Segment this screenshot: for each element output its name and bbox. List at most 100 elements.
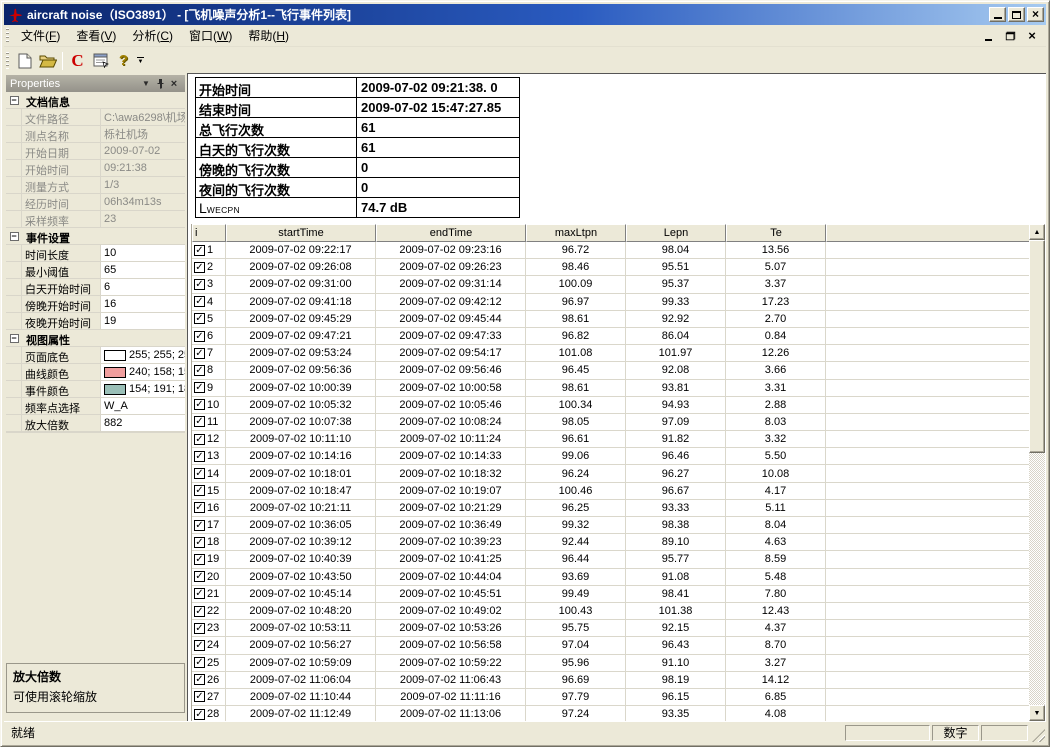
resize-grip[interactable] [1032, 729, 1045, 742]
collapse-toggle-icon[interactable]: − [10, 232, 19, 241]
mdi-close-button[interactable]: × [1024, 29, 1040, 43]
column-header-lepn[interactable]: Lepn [626, 224, 726, 242]
event-table-row[interactable]: ✓42009-07-02 09:41:182009-07-02 09:42:12… [192, 294, 1029, 311]
row-checkbox[interactable]: ✓ [194, 502, 205, 513]
property-value[interactable]: W_A [101, 398, 185, 414]
menu-item-w[interactable]: 窗口(W) [181, 24, 240, 47]
property-value[interactable]: 154; 191; 183 [101, 381, 185, 397]
menu-item-v[interactable]: 查看(V) [68, 24, 124, 47]
vertical-scrollbar[interactable]: ▲ ▼ [1029, 224, 1045, 721]
row-checkbox[interactable]: ✓ [194, 623, 205, 634]
row-checkbox[interactable]: ✓ [194, 313, 205, 324]
property-value[interactable]: 240; 158; 158 [101, 364, 185, 380]
row-checkbox[interactable]: ✓ [194, 296, 205, 307]
event-table-row[interactable]: ✓222009-07-02 10:48:202009-07-02 10:49:0… [192, 603, 1029, 620]
minimize-button[interactable] [989, 7, 1006, 22]
row-checkbox[interactable]: ✓ [194, 399, 205, 410]
row-checkbox[interactable]: ✓ [194, 520, 205, 531]
column-header-i[interactable]: i [192, 224, 226, 242]
event-table-row[interactable]: ✓92009-07-02 10:00:392009-07-02 10:00:58… [192, 380, 1029, 397]
row-checkbox[interactable]: ✓ [194, 382, 205, 393]
event-table-row[interactable]: ✓82009-07-02 09:56:362009-07-02 09:56:46… [192, 362, 1029, 379]
event-table-row[interactable]: ✓132009-07-02 10:14:162009-07-02 10:14:3… [192, 448, 1029, 465]
event-table-row[interactable]: ✓72009-07-02 09:53:242009-07-02 09:54:17… [192, 345, 1029, 362]
column-header-starttime[interactable]: startTime [226, 224, 376, 242]
row-checkbox[interactable]: ✓ [194, 640, 205, 651]
row-checkbox[interactable]: ✓ [194, 588, 205, 599]
close-button[interactable]: × [1027, 7, 1044, 22]
event-table-row[interactable]: ✓152009-07-02 10:18:472009-07-02 10:19:0… [192, 483, 1029, 500]
property-value[interactable]: 10 [101, 245, 185, 261]
event-table-row[interactable]: ✓142009-07-02 10:18:012009-07-02 10:18:3… [192, 465, 1029, 482]
row-checkbox[interactable]: ✓ [194, 245, 205, 256]
event-table-row[interactable]: ✓262009-07-02 11:06:042009-07-02 11:06:4… [192, 672, 1029, 689]
event-table-row[interactable]: ✓242009-07-02 10:56:272009-07-02 10:56:5… [192, 637, 1029, 654]
row-checkbox[interactable]: ✓ [194, 279, 205, 290]
event-table-row[interactable]: ✓12009-07-02 09:22:172009-07-02 09:23:16… [192, 242, 1029, 259]
open-file-button[interactable] [36, 50, 59, 72]
toolbar-grip[interactable] [6, 52, 9, 70]
panel-menu-button[interactable]: ▼ [139, 77, 153, 90]
event-table-row[interactable]: ✓202009-07-02 10:43:502009-07-02 10:44:0… [192, 569, 1029, 586]
property-value[interactable]: 19 [101, 313, 185, 329]
title-bar[interactable]: aircraft noise（ISO3891） - [飞机噪声分析1--飞行事件… [4, 4, 1046, 25]
event-table-row[interactable]: ✓212009-07-02 10:45:142009-07-02 10:45:5… [192, 586, 1029, 603]
scroll-down-button[interactable]: ▼ [1029, 705, 1045, 721]
panel-close-button[interactable]: × [167, 77, 181, 90]
toolbar-overflow-button[interactable]: ▼ [137, 57, 144, 65]
column-header-te[interactable]: Te [726, 224, 826, 242]
event-table-row[interactable]: ✓252009-07-02 10:59:092009-07-02 10:59:2… [192, 655, 1029, 672]
row-checkbox[interactable]: ✓ [194, 657, 205, 668]
event-table-row[interactable]: ✓172009-07-02 10:36:052009-07-02 10:36:4… [192, 517, 1029, 534]
event-table-row[interactable]: ✓272009-07-02 11:10:442009-07-02 11:11:1… [192, 689, 1029, 706]
property-value[interactable]: 65 [101, 262, 185, 278]
mdi-minimize-button[interactable] [980, 29, 996, 43]
row-checkbox[interactable]: ✓ [194, 554, 205, 565]
row-checkbox[interactable]: ✓ [194, 606, 205, 617]
row-checkbox[interactable]: ✓ [194, 537, 205, 548]
row-checkbox[interactable]: ✓ [194, 674, 205, 685]
row-checkbox[interactable]: ✓ [194, 365, 205, 376]
row-checkbox[interactable]: ✓ [194, 485, 205, 496]
event-table-row[interactable]: ✓182009-07-02 10:39:122009-07-02 10:39:2… [192, 534, 1029, 551]
event-table-row[interactable]: ✓282009-07-02 11:12:492009-07-02 11:13:0… [192, 706, 1029, 721]
menu-item-h[interactable]: 帮助(H) [240, 24, 297, 47]
calibrate-button[interactable]: C [66, 50, 89, 72]
row-checkbox[interactable]: ✓ [194, 468, 205, 479]
row-checkbox[interactable]: ✓ [194, 451, 205, 462]
menubar-grip[interactable] [6, 28, 9, 43]
event-table-row[interactable]: ✓112009-07-02 10:07:382009-07-02 10:08:2… [192, 414, 1029, 431]
property-value[interactable]: 16 [101, 296, 185, 312]
scroll-up-button[interactable]: ▲ [1029, 224, 1045, 240]
properties-button[interactable] [89, 50, 112, 72]
event-table-row[interactable]: ✓122009-07-02 10:11:102009-07-02 10:11:2… [192, 431, 1029, 448]
column-header-endtime[interactable]: endTime [376, 224, 526, 242]
row-checkbox[interactable]: ✓ [194, 434, 205, 445]
mdi-restore-button[interactable] [1002, 29, 1018, 43]
scrollbar-thumb[interactable] [1029, 240, 1045, 453]
event-table-row[interactable]: ✓192009-07-02 10:40:392009-07-02 10:41:2… [192, 551, 1029, 568]
maximize-button[interactable] [1008, 7, 1025, 22]
row-checkbox[interactable]: ✓ [194, 348, 205, 359]
collapse-toggle-icon[interactable]: − [10, 96, 19, 105]
row-checkbox[interactable]: ✓ [194, 571, 205, 582]
help-button[interactable]: ? [112, 50, 135, 72]
event-table-row[interactable]: ✓62009-07-02 09:47:212009-07-02 09:47:33… [192, 328, 1029, 345]
menu-item-c[interactable]: 分析(C) [124, 24, 181, 47]
menu-item-f[interactable]: 文件(F) [13, 24, 68, 47]
row-checkbox[interactable]: ✓ [194, 262, 205, 273]
event-table-row[interactable]: ✓162009-07-02 10:21:112009-07-02 10:21:2… [192, 500, 1029, 517]
row-checkbox[interactable]: ✓ [194, 331, 205, 342]
event-table-row[interactable]: ✓232009-07-02 10:53:112009-07-02 10:53:2… [192, 620, 1029, 637]
column-header-maxltpn[interactable]: maxLtpn [526, 224, 626, 242]
collapse-toggle-icon[interactable]: − [10, 334, 19, 343]
event-table-row[interactable]: ✓32009-07-02 09:31:002009-07-02 09:31:14… [192, 276, 1029, 293]
property-value[interactable]: 6 [101, 279, 185, 295]
row-checkbox[interactable]: ✓ [194, 416, 205, 427]
panel-pin-button[interactable] [153, 77, 167, 90]
event-table-row[interactable]: ✓22009-07-02 09:26:082009-07-02 09:26:23… [192, 259, 1029, 276]
row-checkbox[interactable]: ✓ [194, 709, 205, 720]
property-value[interactable]: 882 [101, 415, 185, 431]
event-table-row[interactable]: ✓102009-07-02 10:05:322009-07-02 10:05:4… [192, 397, 1029, 414]
event-table-row[interactable]: ✓52009-07-02 09:45:292009-07-02 09:45:44… [192, 311, 1029, 328]
